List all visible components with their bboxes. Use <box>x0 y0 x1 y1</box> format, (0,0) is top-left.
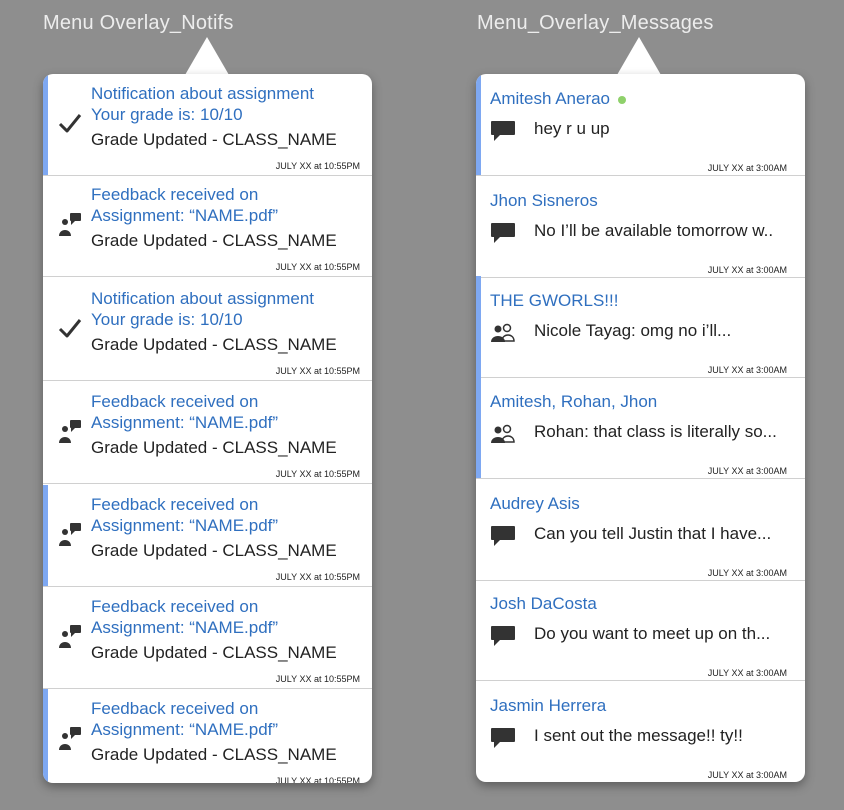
message-timestamp: JULY XX at 3:00AM <box>707 365 787 375</box>
notification-subtitle: Assignment: “NAME.pdf” <box>91 516 279 535</box>
notification-item[interactable]: Feedback received on Assignment: “NAME.pd… <box>43 382 372 484</box>
message-sender: Josh DaCosta <box>490 594 597 614</box>
message-sender: Jhon Sisneros <box>490 191 598 211</box>
notifs-frame-title: Menu Overlay_Notifs <box>43 12 234 34</box>
notification-subtitle: Assignment: “NAME.pdf” <box>91 206 279 225</box>
message-timestamp: JULY XX at 3:00AM <box>707 163 787 173</box>
notification-timestamp: JULY XX at 10:55PM <box>275 366 360 376</box>
message-timestamp: JULY XX at 3:00AM <box>707 466 787 476</box>
group-icon <box>490 423 516 445</box>
notification-item[interactable]: Feedback received on Assignment: “NAME.pd… <box>43 175 372 277</box>
message-item[interactable]: THE GWORLS!!! Nicole Tayag: omg no i’ll..… <box>476 276 805 378</box>
message-preview: Nicole Tayag: omg no i’ll... <box>534 321 732 340</box>
notification-subtitle: Assignment: “NAME.pdf” <box>91 720 279 739</box>
notification-grade-text: Grade Updated - CLASS_NAME <box>91 745 337 764</box>
notification-title: Notification about assignment <box>91 84 315 103</box>
notification-subtitle: Your grade is: 10/10 <box>91 310 243 329</box>
notification-subtitle: Your grade is: 10/10 <box>91 105 243 124</box>
notification-timestamp: JULY XX at 10:55PM <box>275 572 360 582</box>
message-sender: Amitesh Anerao <box>490 89 627 109</box>
notification-timestamp: JULY XX at 10:55PM <box>275 262 360 272</box>
notification-subtitle: Assignment: “NAME.pdf” <box>91 618 279 637</box>
message-preview: Do you want to meet up on th... <box>534 624 771 643</box>
person-speech-icon <box>57 211 83 237</box>
message-preview: Can you tell Justin that I have... <box>534 524 772 543</box>
message-timestamp: JULY XX at 3:00AM <box>707 668 787 678</box>
notification-title: Feedback received on <box>91 185 259 204</box>
message-timestamp: JULY XX at 3:00AM <box>707 265 787 275</box>
notification-subtitle: Assignment: “NAME.pdf” <box>91 413 279 432</box>
messages-panel: Amitesh Anerao hey r u up JULY XX at 3:00A… <box>476 74 805 782</box>
sender-name: THE GWORLS!!! <box>490 291 619 310</box>
message-timestamp: JULY XX at 3:00AM <box>707 568 787 578</box>
message-item[interactable]: Jhon Sisneros No I’ll be available tomorr… <box>476 176 805 278</box>
notification-title: Feedback received on <box>91 495 259 514</box>
message-preview: I sent out the message!! ty!! <box>534 726 743 745</box>
message-item[interactable]: Jasmin Herrera I sent out the message!! t… <box>476 681 805 782</box>
message-item[interactable]: Amitesh, Rohan, Jhon Rohan: that class is… <box>476 377 805 479</box>
notification-title: Feedback received on <box>91 392 259 411</box>
person-speech-icon <box>57 623 83 649</box>
message-preview: No I’ll be available tomorrow w.. <box>534 221 774 240</box>
notification-item[interactable]: Notification about assignment Your grade … <box>43 74 372 176</box>
notification-grade-text: Grade Updated - CLASS_NAME <box>91 231 337 250</box>
chat-bubble-icon <box>490 625 516 647</box>
notification-grade-text: Grade Updated - CLASS_NAME <box>91 643 337 662</box>
messages-frame-title: Menu_Overlay_Messages <box>477 12 714 34</box>
checkmark-icon <box>57 110 83 136</box>
message-sender: THE GWORLS!!! <box>490 291 618 311</box>
sender-name: Amitesh, Rohan, Jhon <box>490 392 658 411</box>
message-timestamp: JULY XX at 3:00AM <box>707 770 787 780</box>
notification-item[interactable]: Feedback received on Assignment: “NAME.pd… <box>43 689 372 783</box>
message-item[interactable]: Audrey Asis Can you tell Justin that I ha… <box>476 479 805 581</box>
message-item[interactable]: Amitesh Anerao hey r u up JULY XX at 3:00A… <box>476 74 805 176</box>
notification-timestamp: JULY XX at 10:55PM <box>275 674 360 684</box>
notification-grade-text: Grade Updated - CLASS_NAME <box>91 438 337 457</box>
message-item[interactable]: Josh DaCosta Do you want to meet up on th… <box>476 579 805 681</box>
person-speech-icon <box>57 521 83 547</box>
person-speech-icon <box>57 725 83 751</box>
notification-timestamp: JULY XX at 10:55PM <box>275 469 360 479</box>
messages-caret <box>617 37 661 75</box>
notification-grade-text: Grade Updated - CLASS_NAME <box>91 541 337 560</box>
notification-title: Notification about assignment <box>91 289 315 308</box>
message-preview: hey r u up <box>534 119 610 138</box>
chat-bubble-icon <box>490 222 516 244</box>
sender-name: Josh DaCosta <box>490 594 597 613</box>
notifications-panel: Notification about assignment Your grade … <box>43 74 372 783</box>
checkmark-icon <box>57 315 83 341</box>
chat-bubble-icon <box>490 525 516 547</box>
notification-grade-text: Grade Updated - CLASS_NAME <box>91 130 337 149</box>
chat-bubble-icon <box>490 727 516 749</box>
notification-timestamp: JULY XX at 10:55PM <box>275 161 360 171</box>
notification-item[interactable]: Feedback received on Assignment: “NAME.pd… <box>43 485 372 587</box>
notification-item[interactable]: Feedback received on Assignment: “NAME.pd… <box>43 587 372 689</box>
sender-name: Amitesh Anerao <box>490 89 611 108</box>
sender-name: Audrey Asis <box>490 494 580 513</box>
online-status-dot <box>618 95 627 104</box>
message-preview: Rohan: that class is literally so... <box>534 422 777 441</box>
chat-bubble-icon <box>490 120 516 142</box>
message-sender: Audrey Asis <box>490 494 580 514</box>
notification-grade-text: Grade Updated - CLASS_NAME <box>91 335 337 354</box>
notification-title: Feedback received on <box>91 699 259 718</box>
sender-name: Jasmin Herrera <box>490 696 607 715</box>
group-icon <box>490 322 516 344</box>
notification-item[interactable]: Notification about assignment Your grade … <box>43 279 372 381</box>
notification-timestamp: JULY XX at 10:55PM <box>275 776 360 783</box>
sender-name: Jhon Sisneros <box>490 191 598 210</box>
person-speech-icon <box>57 418 83 444</box>
message-sender: Amitesh, Rohan, Jhon <box>490 392 657 412</box>
message-sender: Jasmin Herrera <box>490 696 606 716</box>
notifs-caret <box>185 37 229 75</box>
notification-title: Feedback received on <box>91 597 259 616</box>
